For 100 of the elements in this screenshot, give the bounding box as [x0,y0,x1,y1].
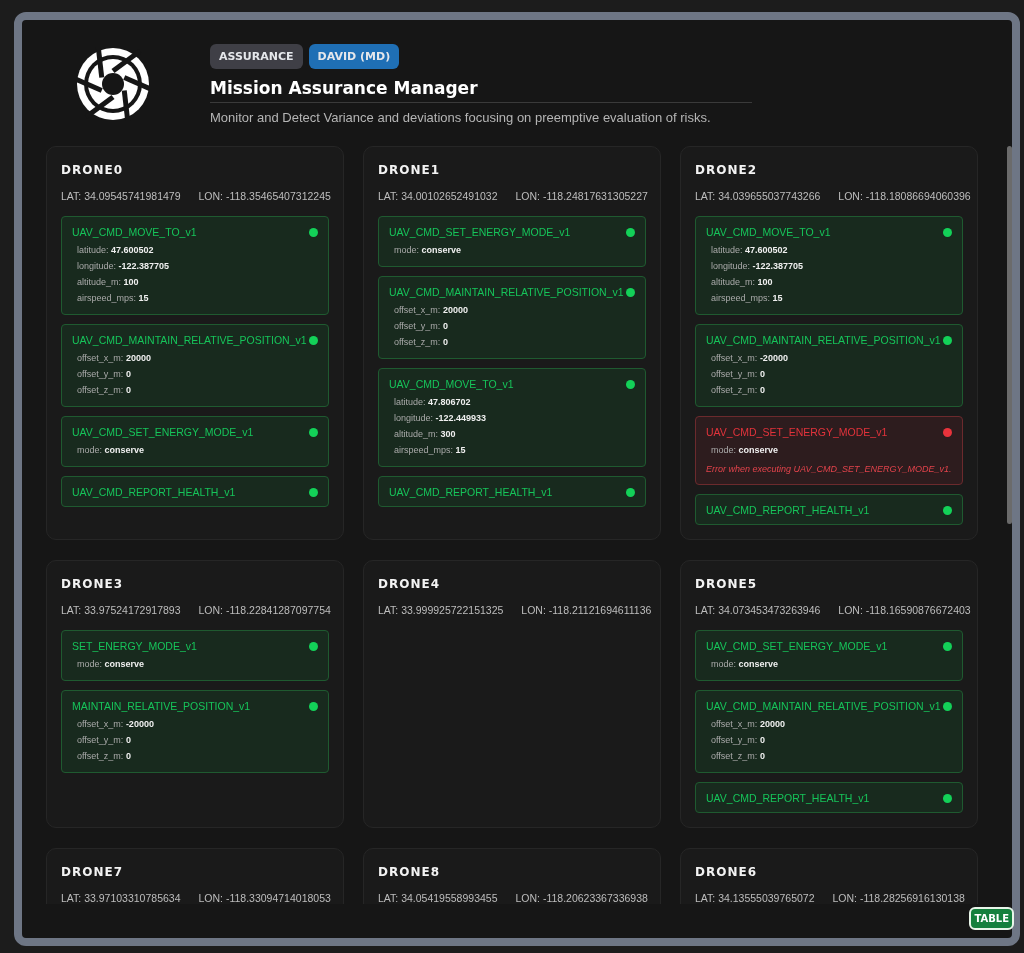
command-parameter: offset_y_m: 0 [77,368,132,381]
latitude-text: LAT: 34.13555039765072 [695,892,815,904]
command-parameter: offset_z_m: 0 [77,750,132,763]
latitude-text: LAT: 34.073453473263946 [695,604,821,616]
command-parameter: airspeed_mps: 15 [394,444,467,457]
command-name: UAV_CMD_MOVE_TO_v1 [389,378,514,390]
status-dot [309,427,318,437]
latitude-text: LAT: 33.999925722151325 [378,604,504,616]
command-parameter: altitude_m: 300 [394,428,457,441]
command-parameter: offset_z_m: 0 [77,384,132,397]
command-parameter: airspeed_mps: 15 [711,292,784,305]
command-parameter: offset_x_m: -20000 [77,718,155,731]
command-parameter: altitude_m: 100 [77,276,140,289]
command-parameter: mode: conserve [394,244,463,257]
latitude-text: LAT: 34.05419558993455 [378,892,498,904]
command-parameter: mode: conserve [711,658,780,671]
command-parameter: mode: conserve [77,444,146,457]
command-parameter: offset_z_m: 0 [711,750,766,763]
command-parameter: latitude: 47.600502 [77,244,155,257]
command-parameter: offset_y_m: 0 [711,368,766,381]
badge: DAVID (MD) [308,43,400,69]
drone-name: DRONE8 [378,865,440,879]
longitude-text: LON: -118.22841287097754 [198,604,331,616]
drone-name: DRONE2 [695,163,757,177]
command-parameter: offset_x_m: 20000 [711,718,786,731]
command-name: UAV_CMD_MOVE_TO_v1 [706,226,831,238]
status-dot [943,427,952,437]
drone-name: DRONE4 [378,577,440,591]
longitude-text: LON: -118.18086694060396 [838,190,971,202]
command-name: UAV_CMD_MAINTAIN_RELATIVE_POSITION_v1 [706,700,941,712]
command-name: UAV_CMD_MAINTAIN_RELATIVE_POSITION_v1 [389,286,624,298]
latitude-text: LAT: 34.00102652491032 [378,190,498,202]
status-dot [626,227,635,237]
command-parameter: offset_y_m: 0 [77,734,132,747]
command-parameter: airspeed_mps: 15 [77,292,150,305]
scrollbar-thumb[interactable] [1007,146,1012,524]
longitude-text: LON: -118.35465407312245 [198,190,331,202]
table-button[interactable]: TABLE [969,907,1014,930]
status-dot [943,793,952,803]
latitude-text: LAT: 34.039655037743266 [695,190,821,202]
status-dot [309,641,318,651]
latitude-text: LAT: 34.09545741981479 [61,190,181,202]
longitude-text: LON: -118.24817631305227 [515,190,648,202]
longitude-text: LON: -118.21121694611136 [521,604,652,616]
command-name: UAV_CMD_MAINTAIN_RELATIVE_POSITION_v1 [72,334,307,346]
drone-name: DRONE7 [61,865,123,879]
longitude-text: LON: -118.20623367336938 [515,892,648,904]
command-name: UAV_CMD_SET_ENERGY_MODE_v1 [706,426,888,438]
status-dot [943,335,952,345]
status-dot [626,379,635,389]
command-name: UAV_CMD_MOVE_TO_v1 [72,226,197,238]
page-subtitle: Monitor and Detect Variance and deviations focusing on preemptive evaluation of risks. [210,109,712,125]
command-parameter: latitude: 47.600502 [711,244,789,257]
status-dot [309,701,318,711]
command-parameter: longitude: -122.449933 [394,412,488,425]
command-name: SET_ENERGY_MODE_v1 [72,640,197,652]
drone-name: DRONE5 [695,577,757,591]
status-dot [626,487,635,497]
latitude-text: LAT: 33.97524172917893 [61,604,181,616]
aperture-logo-icon [76,47,150,121]
status-dot [626,287,635,297]
command-name: UAV_CMD_SET_ENERGY_MODE_v1 [72,426,254,438]
command-parameter: mode: conserve [711,444,780,457]
command-name: UAV_CMD_REPORT_HEALTH_v1 [389,486,553,498]
status-dot [309,487,318,497]
command-name: UAV_CMD_SET_ENERGY_MODE_v1 [706,640,888,652]
status-dot [943,641,952,651]
command-parameter: mode: conserve [77,658,146,671]
status-dot [943,701,952,711]
command-name: UAV_CMD_MAINTAIN_RELATIVE_POSITION_v1 [706,334,941,346]
drone-name: DRONE1 [378,163,440,177]
drone-name: DRONE0 [61,163,123,177]
status-dot [309,335,318,345]
command-name: UAV_CMD_REPORT_HEALTH_v1 [72,486,236,498]
command-parameter: longitude: -122.387705 [77,260,171,273]
command-parameter: offset_x_m: 20000 [77,352,152,365]
command-name: MAINTAIN_RELATIVE_POSITION_v1 [72,700,251,712]
status-dot [309,227,318,237]
command-name: UAV_CMD_SET_ENERGY_MODE_v1 [389,226,571,238]
command-parameter: offset_z_m: 0 [394,336,449,349]
longitude-text: LON: -118.16590876672403 [838,604,971,616]
latitude-text: LAT: 33.97103310785634 [61,892,181,904]
badge: ASSURANCE [210,43,303,69]
status-dot [943,227,952,237]
command-parameter: offset_x_m: -20000 [711,352,789,365]
command-parameter: offset_z_m: 0 [711,384,766,397]
command-parameter: offset_x_m: 20000 [394,304,469,317]
command-parameter: offset_y_m: 0 [394,320,449,333]
page-title: Mission Assurance Manager [210,77,752,103]
status-dot [943,505,952,515]
longitude-text: LON: -118.33094714018053 [198,892,331,904]
command-parameter: longitude: -122.387705 [711,260,805,273]
command-parameter: latitude: 47.806702 [394,396,472,409]
drone-name: DRONE6 [695,865,757,879]
longitude-text: LON: -118.28256916130138 [832,892,965,904]
command-name: UAV_CMD_REPORT_HEALTH_v1 [706,792,870,804]
command-name: UAV_CMD_REPORT_HEALTH_v1 [706,504,870,516]
command-parameter: altitude_m: 100 [711,276,774,289]
error-message: Error when executing UAV_CMD_SET_ENERGY_MODE_v1. [706,464,952,474]
drone-name: DRONE3 [61,577,123,591]
